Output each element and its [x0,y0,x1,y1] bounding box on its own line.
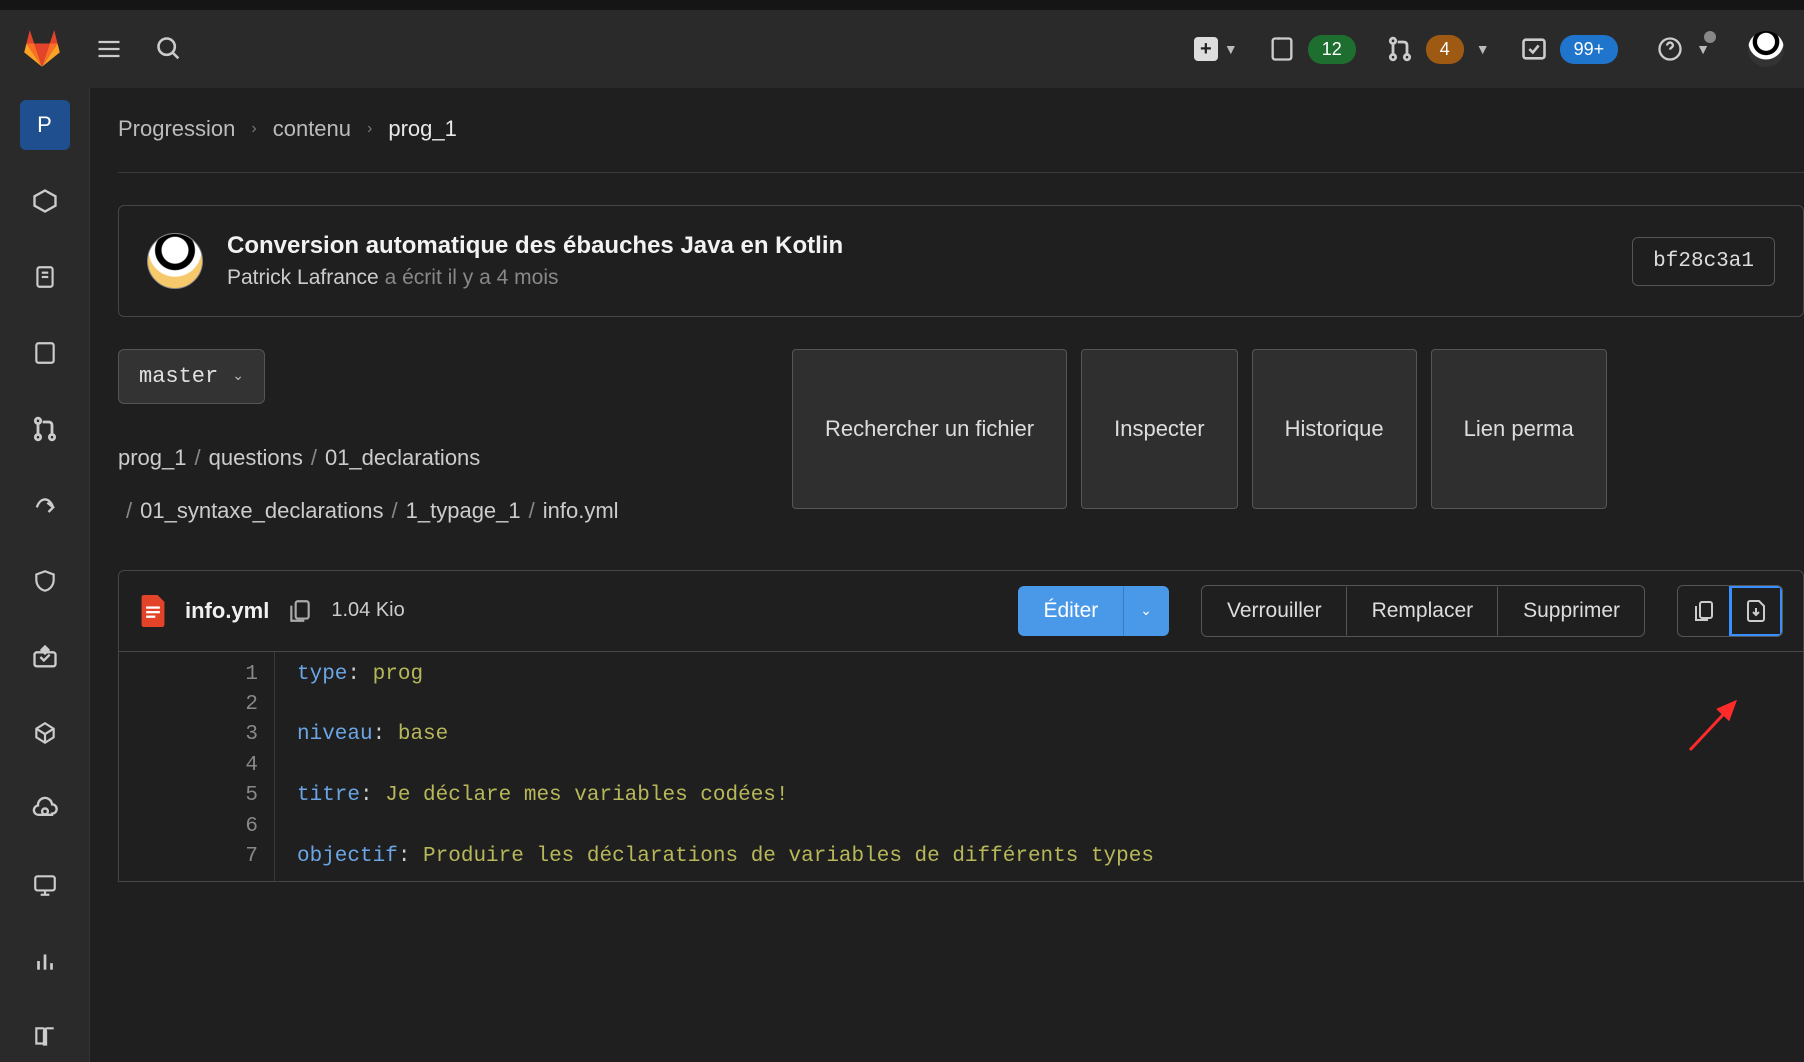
issues-badge: 12 [1308,35,1356,64]
sidebar-monitor[interactable] [20,860,70,910]
delete-button[interactable]: Supprimer [1498,586,1644,636]
code-content: type: prog niveau: base titre: Je déclar… [275,652,1154,881]
sidebar-repository[interactable] [20,252,70,302]
sidebar-packages[interactable] [20,708,70,758]
replace-button[interactable]: Remplacer [1347,586,1499,636]
user-avatar[interactable] [1748,31,1784,67]
chevron-down-icon: ▼ [1696,41,1710,57]
todos-link[interactable]: 99+ [1520,35,1619,64]
sidebar-analytics[interactable] [20,936,70,986]
sidebar-wiki[interactable] [20,1012,70,1062]
branch-selector[interactable]: master ⌄ [118,349,265,404]
file-path: prog_1/questions/01_declarations/01_synt… [118,432,768,538]
path-seg[interactable]: 01_syntaxe_declarations [140,498,383,523]
chevron-down-icon: ⌄ [1140,602,1152,619]
copy-contents-button[interactable] [1678,586,1730,636]
commit-title: Conversion automatique des ébauches Java… [227,232,1608,260]
chevron-right-icon: › [251,120,256,138]
path-seg[interactable]: questions [209,445,303,470]
path-seg[interactable]: 01_declarations [325,445,480,470]
commit-author-avatar[interactable] [147,233,203,289]
sidebar-deployments[interactable] [20,632,70,682]
annotation-arrow [1680,690,1760,770]
new-dropdown[interactable]: + ▼ [1194,37,1238,61]
copy-path-icon[interactable] [287,598,313,624]
menu-icon[interactable] [94,34,124,64]
help-dropdown[interactable]: ▼ [1656,35,1710,63]
sidebar-project-info[interactable] [20,176,70,226]
chevron-down-icon: ▼ [1476,41,1490,57]
blame-button[interactable]: Inspecter [1081,349,1238,509]
branch-name: master [139,364,218,389]
sidebar-security[interactable] [20,556,70,606]
edit-dropdown[interactable]: ⌄ [1123,586,1169,636]
commit-author-name[interactable]: Patrick Lafrance [227,266,379,289]
file-size: 1.04 Kio [331,599,404,622]
todos-badge: 99+ [1560,35,1619,64]
breadcrumb-mid[interactable]: contenu [273,116,351,142]
commit-sha[interactable]: bf28c3a1 [1632,237,1775,286]
file-name: info.yml [185,598,269,624]
path-seg[interactable]: prog_1 [118,445,187,470]
edit-button[interactable]: Éditer [1018,586,1123,636]
sidebar-infrastructure[interactable] [20,784,70,834]
gitlab-logo[interactable] [20,27,64,71]
file-viewer: info.yml 1.04 Kio Éditer ⌄ Verrouiller R… [118,570,1804,882]
content: Progression › contenu › prog_1 Conversio… [90,88,1804,1062]
help-icon [1656,35,1684,63]
todos-icon [1520,35,1548,63]
chevron-down-icon: ⌄ [232,368,244,385]
file-header: info.yml 1.04 Kio Éditer ⌄ Verrouiller R… [119,571,1803,652]
issues-link[interactable]: 12 [1268,35,1356,64]
breadcrumb: Progression › contenu › prog_1 [118,116,1804,173]
line-numbers: 1234567 [119,652,275,881]
code-viewer: 1234567 type: prog niveau: base titre: J… [119,652,1803,881]
file-icon [139,595,167,627]
history-button[interactable]: Historique [1252,349,1417,509]
commit-time: a écrit il y a 4 mois [385,266,559,289]
lock-button[interactable]: Verrouiller [1202,586,1347,636]
chevron-down-icon: ▼ [1224,41,1238,57]
topbar: + ▼ 12 4 ▼ 99+ ▼ [0,0,1804,88]
merge-requests-link[interactable]: 4 ▼ [1386,35,1490,64]
path-seg[interactable]: info.yml [543,498,619,523]
raw-download-button[interactable] [1730,586,1782,636]
commit-box: Conversion automatique des ébauches Java… [118,205,1804,317]
chevron-right-icon: › [367,120,372,138]
sidebar-merge-requests[interactable] [20,404,70,454]
plus-icon: + [1194,37,1218,61]
sidebar-issues[interactable] [20,328,70,378]
issues-icon [1268,35,1296,63]
merge-icon [1386,35,1414,63]
find-file-button[interactable]: Rechercher un fichier [792,349,1067,509]
permalink-button[interactable]: Lien perma [1431,349,1607,509]
commit-author-line: Patrick Lafrance a écrit il y a 4 mois [227,266,1608,290]
sidebar: P [0,88,90,1062]
sidebar-cicd[interactable] [20,480,70,530]
path-seg[interactable]: 1_typage_1 [406,498,521,523]
breadcrumb-current: prog_1 [388,116,457,142]
breadcrumb-root[interactable]: Progression [118,116,235,142]
mr-badge: 4 [1426,35,1464,64]
sidebar-project[interactable]: P [20,100,70,150]
search-icon[interactable] [154,34,184,64]
